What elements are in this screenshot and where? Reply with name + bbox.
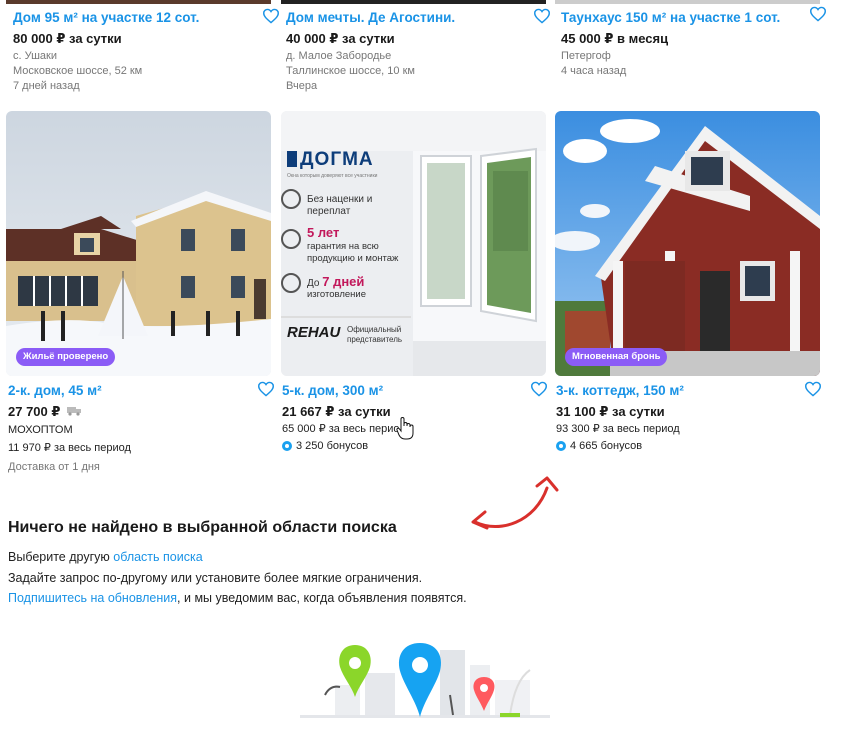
empty-state-line-1: Выберите другую область поиска (8, 550, 203, 564)
listing-price: 27 700 ₽ (8, 404, 83, 420)
ad-feature-1: Без наценки и переплат (307, 194, 373, 217)
map-pins-illustration (300, 643, 550, 718)
listing-image[interactable] (281, 0, 546, 4)
period-price: 11 970 ₽ за весь период (8, 442, 131, 454)
listing-location: с. Ушаки (13, 50, 58, 62)
listing-price: 40 000 ₽ за сутки (286, 31, 395, 46)
ad-feature-2: гарантия на всю продукцию и монтаж (307, 241, 399, 264)
ad-banner[interactable]: ДОГМА Окна которым доверяют все участник… (281, 111, 546, 376)
rehau-logo: REHAU (287, 324, 341, 341)
delivery-info: Доставка от 1 дня (8, 461, 100, 473)
listing-price: 21 667 ₽ за сутки (282, 404, 391, 419)
annotation-arrow-icon (471, 476, 559, 530)
bonus-info: 3 250 бонусов (282, 440, 368, 452)
bonus-icon (556, 441, 566, 451)
listing-title[interactable]: 5-к. дом, 300 м² (282, 383, 383, 398)
instant-booking-badge: Мгновенная бронь (565, 348, 668, 366)
listing-image[interactable]: Жильё проверено (6, 111, 271, 376)
heart-icon[interactable] (809, 6, 827, 22)
listing-road: Таллинское шоссе, 10 км (286, 65, 415, 77)
ad-feature-3-days: 7 дней (322, 274, 365, 289)
listing-date: 4 часа назад (561, 65, 627, 77)
empty-state-line-2: Задайте запрос по-другому или установите… (8, 571, 423, 585)
period-price: 65 000 ₽ за весь период (282, 423, 406, 435)
heart-icon[interactable] (257, 381, 275, 397)
listing-title[interactable]: Таунхаус 150 м² на участке 1 сот. (561, 10, 806, 25)
listing-price: 80 000 ₽ за сутки (13, 31, 122, 46)
hand-cursor-icon (396, 417, 414, 440)
ad-feature-3-caption: изготовление (307, 289, 367, 300)
ad-tagline: Окна которым доверяют все участники (287, 173, 378, 179)
listing-road: Московское шоссе, 52 км (13, 65, 143, 77)
blue-pin-icon (398, 643, 442, 717)
heart-icon[interactable] (262, 8, 280, 24)
empty-state-line-3: Подпишитесь на обновления, и мы уведомим… (8, 591, 467, 605)
listing-date: 7 дней назад (13, 80, 80, 92)
listing-image[interactable]: Мгновенная бронь (555, 111, 820, 376)
subscribe-link[interactable]: Подпишитесь на обновления (8, 591, 177, 605)
verified-badge: Жильё проверено (16, 348, 116, 366)
bonus-info: 4 665 бонусов (556, 440, 642, 452)
heart-icon[interactable] (530, 381, 548, 397)
truck-icon (67, 407, 82, 416)
listing-image[interactable] (6, 0, 271, 4)
ad-feature-2-title: 5 лет (307, 225, 340, 240)
dogma-logo-icon (287, 151, 297, 167)
search-area-link[interactable]: область поиска (113, 550, 202, 564)
seller-name[interactable]: МОХОПТОМ (8, 423, 73, 438)
heart-icon[interactable] (533, 8, 551, 24)
listing-title[interactable]: Дом мечты. Де Агостини. (286, 10, 531, 25)
ad-feature-3: До 7 дней (307, 274, 365, 289)
listing-location: д. Малое Забородье (286, 50, 392, 62)
empty-state-title: Ничего не найдено в выбранной области по… (8, 519, 397, 536)
listing-location: Петергоф (561, 50, 611, 62)
listing-price: 45 000 ₽ в месяц (561, 31, 669, 46)
listing-title[interactable]: Дом 95 м² на участке 12 сот. (13, 10, 258, 25)
period-price: 93 300 ₽ за весь период (556, 423, 680, 435)
bonus-icon (282, 441, 292, 451)
heart-icon[interactable] (804, 381, 822, 397)
ad-brand: ДОГМА (287, 149, 374, 171)
listing-title[interactable]: 3-к. коттедж, 150 м² (556, 383, 684, 398)
listing-title[interactable]: 2-к. дом, 45 м² (8, 383, 102, 398)
rehau-note: Официальный представитель (347, 325, 403, 344)
listing-date: Вчера (286, 80, 318, 92)
listing-image[interactable] (555, 0, 820, 4)
listing-price: 31 100 ₽ за сутки (556, 404, 665, 419)
